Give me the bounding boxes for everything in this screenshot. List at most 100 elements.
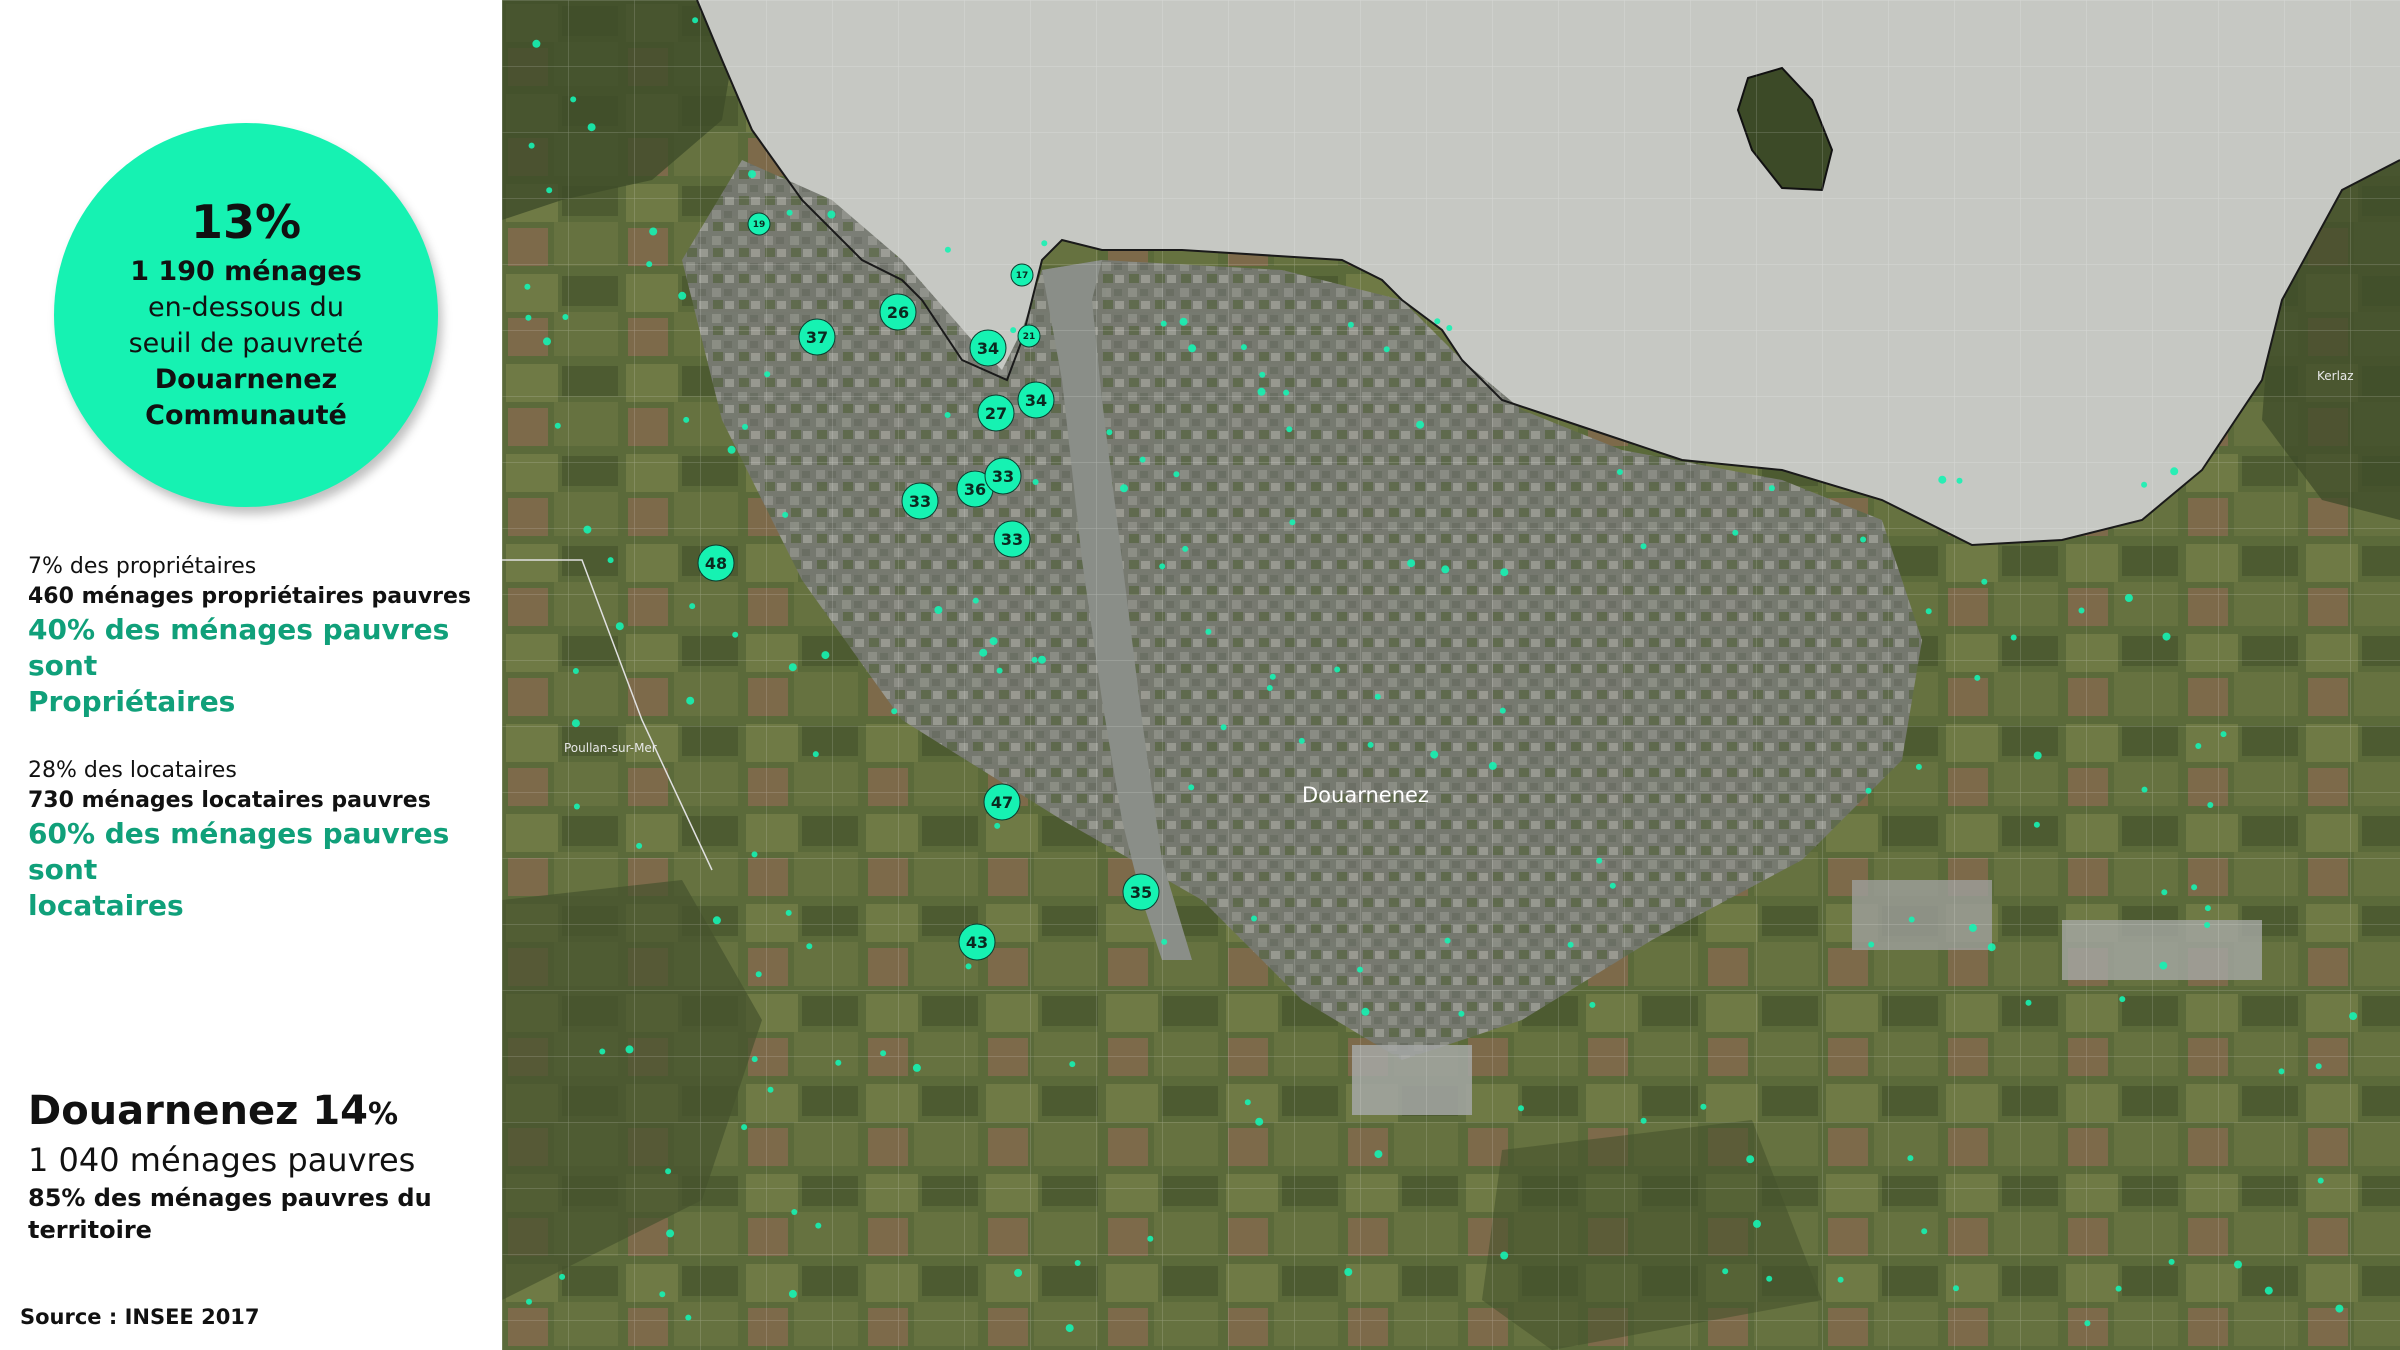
small-marker	[1031, 656, 1038, 663]
summary-line3: seuil de pauvreté	[128, 328, 364, 359]
tenants-highlight-2: sont	[28, 853, 98, 886]
small-marker	[1159, 563, 1166, 570]
large-marker[interactable]: 33	[984, 457, 1022, 495]
large-marker[interactable]: 47	[983, 783, 1021, 821]
small-marker	[1500, 568, 1509, 577]
svg-text:34: 34	[1025, 391, 1047, 410]
large-marker[interactable]: 35	[1122, 873, 1160, 911]
small-marker	[524, 283, 531, 290]
small-marker	[685, 1314, 692, 1321]
small-marker	[1500, 1251, 1509, 1260]
small-marker	[1106, 429, 1113, 436]
small-marker	[543, 337, 551, 346]
small-marker	[1488, 761, 1497, 770]
small-marker	[827, 210, 836, 219]
small-marker	[2191, 884, 2198, 891]
small-marker	[659, 1291, 666, 1298]
small-marker	[1766, 1275, 1773, 1282]
small-marker	[767, 1086, 774, 1093]
small-marker	[786, 209, 793, 216]
small-marker	[1441, 565, 1450, 574]
small-marker	[1205, 628, 1212, 635]
small-marker	[1640, 1117, 1647, 1124]
small-marker	[1722, 1268, 1729, 1275]
tenants-count: 730 ménages locataires pauvres	[28, 788, 431, 813]
small-marker	[1915, 763, 1922, 770]
small-marker	[821, 651, 830, 660]
owners-count: 460 ménages propriétaires pauvres	[28, 584, 472, 609]
large-marker[interactable]: 34	[969, 329, 1007, 367]
small-marker	[989, 637, 998, 646]
small-marker	[1589, 1001, 1596, 1008]
small-marker	[2084, 1320, 2091, 1327]
small-marker	[1974, 674, 1981, 681]
small-marker	[1188, 344, 1197, 353]
small-marker	[1596, 857, 1603, 864]
svg-text:36: 36	[964, 480, 986, 499]
large-marker[interactable]: 34	[1017, 381, 1055, 419]
small-marker	[727, 445, 736, 454]
svg-text:26: 26	[887, 303, 909, 322]
svg-text:34: 34	[977, 339, 999, 358]
small-marker	[2025, 999, 2032, 1006]
small-marker	[686, 696, 695, 705]
large-marker[interactable]: 43	[958, 923, 996, 961]
small-marker	[1220, 724, 1227, 731]
small-marker	[748, 170, 756, 179]
small-marker	[2119, 996, 2126, 1003]
small-marker	[1298, 737, 1305, 744]
small-marker	[649, 227, 658, 236]
small-marker	[1038, 655, 1046, 664]
small-marker	[1160, 320, 1167, 327]
small-marker	[1014, 1268, 1023, 1277]
summary-territory-1: Douarnenez	[154, 364, 338, 395]
small-marker	[1266, 685, 1273, 691]
town-households: 1 040 ménages pauvres	[28, 1141, 416, 1179]
small-marker	[1956, 477, 1963, 484]
map-label-village-west: Poullan-sur-Mer	[564, 741, 657, 755]
small-marker	[1188, 784, 1195, 791]
tenants-highlight-3: locataires	[28, 889, 184, 922]
large-marker[interactable]: 19	[747, 212, 771, 236]
small-marker	[2159, 961, 2168, 970]
owners-highlight-1: 40% des ménages pauvres	[28, 613, 450, 646]
small-marker	[1269, 673, 1276, 680]
small-marker	[1244, 1099, 1251, 1106]
tenants-share: 28% des locataires	[28, 758, 237, 783]
small-marker	[2315, 1063, 2322, 1070]
large-marker[interactable]: 33	[993, 520, 1031, 558]
small-marker	[1444, 937, 1451, 944]
small-marker	[1567, 941, 1574, 948]
small-marker	[1458, 1010, 1465, 1017]
small-marker	[2335, 1304, 2344, 1313]
large-marker[interactable]: 48	[697, 544, 735, 582]
small-marker	[979, 648, 988, 657]
small-marker	[571, 719, 580, 728]
small-marker	[880, 1050, 887, 1057]
large-marker[interactable]: 21	[1017, 324, 1041, 348]
small-marker	[994, 822, 1001, 829]
small-marker	[1700, 1103, 1707, 1110]
small-marker	[1837, 1276, 1844, 1283]
map-label-town: Douarnenez	[1302, 783, 1429, 807]
large-marker[interactable]: 37	[798, 318, 836, 356]
large-marker[interactable]: 17	[1010, 263, 1034, 287]
large-marker[interactable]: 33	[901, 482, 939, 520]
aerial-map[interactable]: Douarnenez Poullan-sur-Mer Kerlaz 48 37 26…	[502, 0, 2400, 1350]
source-note: Source : INSEE 2017	[20, 1305, 260, 1329]
svg-text:47: 47	[991, 793, 1013, 812]
large-marker[interactable]: 27	[977, 394, 1015, 432]
small-marker	[1430, 750, 1439, 759]
small-marker	[944, 412, 951, 418]
small-marker	[2162, 632, 2171, 641]
small-marker	[764, 371, 771, 378]
small-marker	[2220, 731, 2227, 738]
small-marker	[806, 943, 813, 950]
summary-percentage: 13%	[190, 195, 302, 249]
summary-circle: 13% 1 190 ménages en-dessous du seuil de…	[54, 123, 438, 507]
map-canvas: Douarnenez Poullan-sur-Mer Kerlaz 48 37 26…	[502, 0, 2400, 1350]
small-marker	[835, 1059, 842, 1066]
large-marker[interactable]: 26	[879, 293, 917, 331]
small-marker	[2195, 743, 2202, 749]
small-marker	[1981, 578, 1988, 585]
